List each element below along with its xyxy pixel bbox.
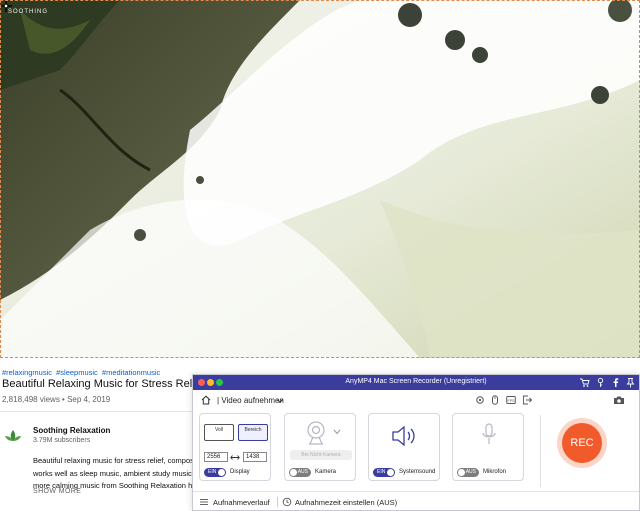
channel-name[interactable]: Soothing Relaxation — [33, 426, 110, 435]
webcam-icon — [307, 421, 325, 445]
width-input[interactable]: 2556 — [204, 452, 228, 462]
divider — [0, 411, 192, 412]
height-input[interactable]: 1438 — [243, 452, 267, 462]
description-line: Beautiful relaxing music for stress reli… — [33, 456, 193, 465]
rec-button[interactable]: REC — [562, 423, 602, 463]
microphone-card: AUS Mikrofon — [452, 413, 524, 481]
system-sound-toggle[interactable]: EIN — [373, 468, 395, 477]
hashtag-link[interactable]: #meditationmusic — [102, 368, 160, 377]
key-icon[interactable] — [595, 377, 606, 388]
bottom-bar: Aufnahmeverlauf Aufnahmezeit einstellen … — [193, 491, 639, 511]
speaker-icon — [392, 425, 415, 447]
system-sound-card: EIN Systemsound — [368, 413, 440, 481]
camera-toggle[interactable]: AUS — [289, 468, 311, 477]
full-screen-button[interactable]: Voll — [204, 424, 234, 441]
display-label: Display — [230, 469, 250, 475]
link-dimensions-icon[interactable] — [230, 454, 240, 461]
divider — [540, 415, 541, 487]
window-title: AnyMP4 Mac Screen Recorder (Unregistrier… — [345, 378, 487, 385]
facebook-icon[interactable] — [610, 377, 621, 388]
display-card: Voll Bereich 2556 1438 EIN Display — [199, 413, 271, 481]
camera-card: Bei Nicht-Kamera AUS Kamera — [284, 413, 356, 481]
camera-select[interactable]: Bei Nicht-Kamera — [290, 450, 352, 460]
toggle-knob — [218, 469, 225, 476]
recording-timer-button[interactable]: Aufnahmezeit einstellen (AUS) — [295, 498, 397, 507]
timer-clock-icon — [282, 497, 292, 507]
lotus-logo-icon — [5, 430, 21, 441]
mode-dropdown[interactable]: | Video aufnehmen — [217, 396, 284, 405]
pin-icon[interactable] — [625, 377, 636, 388]
subscriber-count: 3.79M subscribers — [33, 437, 91, 444]
export-icon[interactable] — [522, 395, 532, 405]
video-frame-waterfall — [0, 0, 640, 358]
home-icon[interactable] — [201, 395, 211, 405]
video-title: Beautiful Relaxing Music for Stress Reli… — [2, 378, 202, 390]
channel-avatar[interactable] — [2, 425, 24, 447]
crosshair-cursor-icon — [0, 0, 12, 12]
mouse-icon[interactable] — [490, 395, 500, 405]
chevron-down-icon[interactable] — [276, 397, 284, 405]
video-description: Beautiful relaxing music for stress reli… — [33, 455, 193, 493]
microphone-icon — [482, 423, 496, 444]
toggle-knob — [458, 469, 465, 476]
system-sound-label: Systemsound — [399, 469, 436, 475]
screen: SOOTHING #relaxingmusic #sleepmusic #med… — [0, 0, 640, 511]
microphone-label: Mikrofon — [483, 469, 507, 475]
camera-label: Kamera — [315, 469, 337, 475]
display-toggle[interactable]: EIN — [204, 468, 226, 477]
microphone-toggle[interactable]: AUS — [457, 468, 479, 477]
region-button[interactable]: Bereich — [238, 424, 268, 441]
recording-history-button[interactable]: Aufnahmeverlauf — [213, 498, 270, 507]
toggle-knob — [290, 469, 297, 476]
title-bar[interactable]: AnyMP4 Mac Screen Recorder (Unregistrier… — [193, 375, 639, 390]
cart-icon[interactable] — [579, 377, 590, 388]
toggle-state-label: AUS — [297, 469, 308, 475]
divider — [277, 497, 278, 507]
chevron-down-icon[interactable] — [333, 429, 341, 435]
svg-text:FPS: FPS — [508, 399, 516, 403]
screenshot-camera-icon[interactable] — [613, 395, 625, 405]
channel-watermark: SOOTHING — [8, 9, 49, 15]
hashtag-list: #relaxingmusic #sleepmusic #meditationmu… — [2, 368, 162, 377]
show-more-button[interactable]: SHOW MORE — [33, 488, 81, 495]
hashtag-link[interactable]: #relaxingmusic — [2, 368, 52, 377]
view-count-date: 2,818,498 views • Sep 4, 2019 — [2, 395, 111, 404]
fps-display-icon[interactable]: FPS — [506, 395, 516, 405]
list-icon — [200, 499, 208, 505]
video-player[interactable]: SOOTHING — [0, 0, 640, 358]
mode-dropdown-label: Video aufnehmen — [221, 396, 284, 405]
toggle-state-label: EIN — [377, 469, 386, 475]
screen-recorder-window: AnyMP4 Mac Screen Recorder (Unregistrier… — [192, 374, 640, 511]
toggle-state-label: EIN — [208, 469, 217, 475]
toggle-knob — [387, 469, 394, 476]
description-line: works well as sleep music, ambient study… — [33, 468, 193, 478]
toggle-state-label: AUS — [465, 469, 476, 475]
hashtag-link[interactable]: #sleepmusic — [56, 368, 98, 377]
settings-gear-icon[interactable] — [475, 395, 485, 405]
